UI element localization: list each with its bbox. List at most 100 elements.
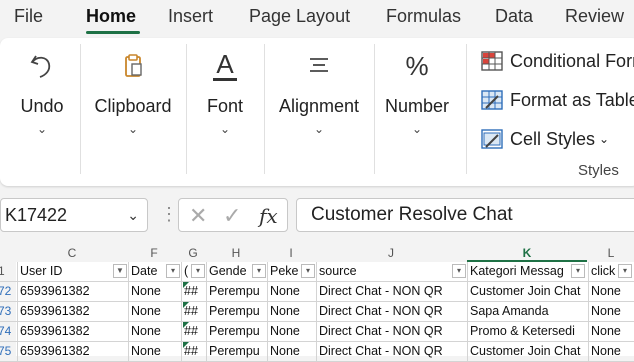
filter-dropdown-icon[interactable]: ▾ — [452, 264, 466, 278]
header-cell[interactable]: Date ▾ — [128, 262, 181, 281]
tab-page-layout[interactable]: Page Layout — [249, 6, 350, 27]
font-color-icon: A — [192, 50, 258, 82]
chevron-down-icon: ⌄ — [313, 122, 325, 136]
cell-source[interactable]: Direct Chat - NON QR — [316, 302, 467, 321]
header-cell[interactable]: (▾ — [181, 262, 206, 281]
tab-formulas[interactable]: Formulas — [386, 6, 461, 27]
insert-function-icon[interactable]: fx — [259, 204, 278, 228]
cell-styles-label: Cell Styles — [510, 128, 596, 149]
column-header-c[interactable]: C — [17, 246, 127, 260]
format-as-table-button[interactable]: Format as Table — [480, 86, 634, 114]
cell-pekerjaan[interactable]: None — [267, 322, 316, 341]
cell-g[interactable]: ## — [181, 342, 206, 361]
header-cell[interactable]: User ID ▼ — [17, 262, 128, 281]
column-header-i[interactable]: I — [267, 246, 315, 260]
cell-user-id[interactable]: 6593961382 — [17, 342, 128, 361]
header-cell[interactable]: Kategori Messag ▾ — [467, 262, 588, 281]
column-header-k[interactable]: K — [467, 246, 587, 260]
header-cell[interactable]: Gende ▾ — [206, 262, 267, 281]
group-divider — [186, 44, 187, 174]
cell-gender[interactable]: Perempu — [206, 302, 267, 321]
filter-dropdown-icon[interactable]: ▾ — [571, 264, 585, 278]
column-header-l[interactable]: L — [588, 246, 634, 260]
cell-user-id[interactable]: 6593961382 — [17, 302, 128, 321]
row-number[interactable]: 72 — [0, 282, 16, 301]
cell-click[interactable]: None — [588, 282, 634, 301]
cell-source[interactable]: Direct Chat - NON QR — [316, 322, 467, 341]
cell-gender[interactable]: Perempu — [206, 342, 267, 361]
cell-styles-button[interactable]: Cell Styles ⌄ — [480, 125, 609, 153]
tab-data[interactable]: Data — [495, 6, 533, 27]
confirm-icon[interactable]: ✓ — [223, 203, 241, 229]
cell-date[interactable]: None — [128, 302, 181, 321]
formula-input[interactable]: Customer Resolve Chat — [296, 198, 634, 232]
chevron-down-icon: ⌄ — [599, 132, 610, 146]
tab-insert[interactable]: Insert — [168, 6, 213, 27]
cell-kategori[interactable]: Promo & Ketersedi — [467, 322, 588, 341]
cell-date[interactable]: None — [128, 342, 181, 361]
clipboard-button[interactable]: Clipboard ⌄ — [86, 38, 180, 186]
group-divider — [374, 44, 375, 174]
cell-date[interactable]: None — [128, 282, 181, 301]
cell-gender[interactable]: Perempu — [206, 322, 267, 341]
header-label: click — [591, 264, 616, 278]
column-header-h[interactable]: H — [206, 246, 266, 260]
column-header-g[interactable]: G — [181, 246, 205, 260]
filter-dropdown-icon[interactable]: ▾ — [166, 264, 180, 278]
row-number[interactable]: 74 — [0, 322, 16, 341]
name-box[interactable]: K17422 ⌄ — [0, 198, 148, 232]
conditional-formatting-button[interactable]: Conditional Forr — [480, 47, 634, 75]
cell-pekerjaan[interactable]: None — [267, 282, 316, 301]
conditional-formatting-icon — [481, 51, 503, 71]
cell-g[interactable]: ## — [181, 282, 206, 301]
row-number[interactable]: 75 — [0, 342, 16, 361]
font-button[interactable]: A Font ⌄ — [192, 38, 258, 186]
cell-source[interactable]: Direct Chat - NON QR — [316, 282, 467, 301]
filter-dropdown-icon[interactable]: ▾ — [301, 264, 315, 278]
cell-user-id[interactable]: 6593961382 — [17, 282, 128, 301]
column-header-j[interactable]: J — [316, 246, 466, 260]
cancel-icon[interactable]: ✕ — [189, 203, 207, 229]
table-row: 75 6593961382 None ## Perempu None Direc… — [0, 342, 634, 362]
table-row: 72 6593961382 None ## Perempu None Direc… — [0, 282, 634, 302]
tab-review[interactable]: Review — [565, 6, 624, 27]
filter-active-icon[interactable]: ▼ — [113, 264, 127, 278]
error-indicator-icon — [183, 322, 189, 328]
header-label: User ID — [20, 264, 63, 278]
filter-dropdown-icon[interactable]: ▾ — [252, 264, 266, 278]
cell-kategori[interactable]: Customer Join Chat — [467, 342, 588, 361]
cell-user-id[interactable]: 6593961382 — [17, 322, 128, 341]
error-indicator-icon — [183, 342, 189, 348]
cell-g[interactable]: ## — [181, 302, 206, 321]
tab-home[interactable]: Home — [86, 6, 136, 27]
number-button[interactable]: % Number ⌄ — [380, 38, 454, 186]
cell-source[interactable]: Direct Chat - NON QR — [316, 342, 467, 361]
more-options-icon[interactable]: ⋮ — [160, 204, 178, 225]
cell-gender[interactable]: Perempu — [206, 282, 267, 301]
tab-file[interactable]: File — [14, 6, 43, 27]
cell-click[interactable]: None — [588, 342, 634, 361]
chevron-down-icon[interactable]: ⌄ — [127, 207, 139, 224]
undo-button[interactable]: Undo ⌄ — [10, 38, 74, 186]
header-row: 1 User ID ▼ Date ▾ (▾ Gende ▾ Peke ▾ source ▾… — [0, 262, 634, 282]
cell-pekerjaan[interactable]: None — [267, 342, 316, 361]
header-cell[interactable]: click ▾ — [588, 262, 634, 281]
cell-date[interactable]: None — [128, 322, 181, 341]
cell-g[interactable]: ## — [181, 322, 206, 341]
cell-pekerjaan[interactable]: None — [267, 302, 316, 321]
cell-click[interactable]: None — [588, 322, 634, 341]
column-header-f[interactable]: F — [128, 246, 180, 260]
header-cell[interactable]: source ▾ — [316, 262, 467, 281]
header-cell[interactable]: Peke ▾ — [267, 262, 316, 281]
header-label: Peke — [270, 264, 299, 278]
alignment-button[interactable]: Alignment ⌄ — [270, 38, 368, 186]
cell-kategori[interactable]: Customer Join Chat — [467, 282, 588, 301]
row-number[interactable]: 1 — [0, 262, 16, 281]
format-as-table-icon — [481, 90, 503, 110]
cell-click[interactable]: None — [588, 302, 634, 321]
filter-dropdown-icon[interactable]: ▾ — [618, 264, 632, 278]
column-headers: C F G H I J K L — [0, 244, 634, 263]
cell-kategori[interactable]: Sapa Amanda — [467, 302, 588, 321]
filter-dropdown-icon[interactable]: ▾ — [191, 264, 205, 278]
row-number[interactable]: 73 — [0, 302, 16, 321]
